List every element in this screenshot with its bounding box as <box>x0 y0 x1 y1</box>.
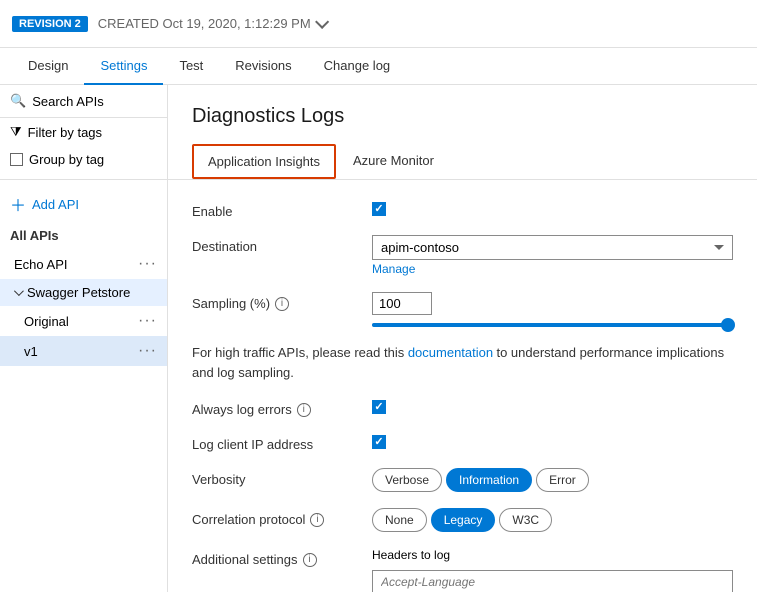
slider-fill <box>372 323 733 327</box>
group-label: Group by tag <box>29 152 104 167</box>
additional-settings-row: Additional settings i Headers to log Num… <box>192 548 733 592</box>
nav-tabs: Design Settings Test Revisions Change lo… <box>0 48 757 85</box>
original-label: Original <box>24 314 69 329</box>
tab-design[interactable]: Design <box>12 48 84 85</box>
sidebar-divider <box>0 179 167 180</box>
enable-label: Enable <box>192 200 372 219</box>
form-area-2: Always log errors i ✓ Log client IP addr… <box>168 398 757 592</box>
check-icon-2: ✓ <box>374 400 383 413</box>
sub-tabs: Application Insights Azure Monitor <box>168 144 757 180</box>
headers-input[interactable] <box>372 570 733 592</box>
enable-row: Enable ✓ <box>192 200 733 219</box>
group-by-tag[interactable]: Group by tag <box>0 146 167 173</box>
verbosity-information[interactable]: Information <box>446 468 532 492</box>
search-label: Search APIs <box>32 94 104 109</box>
echo-api-menu-icon[interactable]: ··· <box>138 255 157 273</box>
documentation-link[interactable]: documentation <box>408 345 493 360</box>
tab-changelog[interactable]: Change log <box>308 48 407 85</box>
chevron-down-icon[interactable] <box>315 14 329 28</box>
log-ip-control: ✓ <box>372 433 733 449</box>
verbosity-row: Verbosity Verbose Information Error <box>192 468 733 492</box>
destination-label: Destination <box>192 235 372 254</box>
sampling-input[interactable] <box>372 292 432 315</box>
correlation-w3c[interactable]: W3C <box>499 508 552 532</box>
additional-info-icon[interactable]: i <box>303 553 317 567</box>
destination-control: apim-contoso Manage <box>372 235 733 276</box>
revision-badge: REVISION 2 <box>12 16 88 32</box>
filter-label: Filter by tags <box>28 125 102 140</box>
always-log-label: Always log errors i <box>192 398 372 417</box>
correlation-info-icon[interactable]: i <box>310 513 324 527</box>
sampling-slider-track <box>372 323 733 327</box>
form-area: Enable ✓ Destination apim-contoso <box>168 200 757 343</box>
top-bar: REVISION 2 CREATED Oct 19, 2020, 1:12:29… <box>0 0 757 48</box>
always-log-info-icon[interactable]: i <box>297 403 311 417</box>
log-ip-row: Log client IP address ✓ <box>192 433 733 452</box>
sampling-info-icon[interactable]: i <box>275 297 289 311</box>
check-icon-3: ✓ <box>374 435 383 448</box>
correlation-label: Correlation protocol i <box>192 508 372 527</box>
enable-checkbox[interactable]: ✓ <box>372 202 386 216</box>
v1-label: v1 <box>24 344 38 359</box>
always-log-checkbox[interactable]: ✓ <box>372 400 386 414</box>
v1-menu-icon[interactable]: ··· <box>138 342 157 360</box>
verbosity-buttons: Verbose Information Error <box>372 468 733 492</box>
add-api-button[interactable]: ＋ Add API <box>0 186 167 222</box>
description-text: For high traffic APIs, please read this … <box>168 343 757 382</box>
page-title: Diagnostics Logs <box>168 85 757 144</box>
sampling-row: Sampling (%) i <box>192 292 733 327</box>
always-log-row: Always log errors i ✓ <box>192 398 733 417</box>
plus-icon: ＋ <box>10 192 26 216</box>
slider-thumb[interactable] <box>721 318 735 332</box>
enable-control: ✓ <box>372 200 733 216</box>
verbosity-verbose[interactable]: Verbose <box>372 468 442 492</box>
correlation-row: Correlation protocol i None Legacy W3C <box>192 508 733 532</box>
sampling-label: Sampling (%) i <box>192 292 372 311</box>
tab-test[interactable]: Test <box>163 48 219 85</box>
sidebar-item-swagger-petstore[interactable]: Swagger Petstore <box>0 279 167 306</box>
dropdown-arrow-icon <box>714 245 724 250</box>
verbosity-error[interactable]: Error <box>536 468 589 492</box>
destination-value: apim-contoso <box>381 240 459 255</box>
created-info: CREATED Oct 19, 2020, 1:12:29 PM <box>98 16 325 31</box>
additional-label: Additional settings i <box>192 548 372 567</box>
log-ip-checkbox[interactable]: ✓ <box>372 435 386 449</box>
search-icon: 🔍 <box>10 93 26 109</box>
funnel-icon: ⧩ <box>10 124 22 140</box>
correlation-buttons: None Legacy W3C <box>372 508 733 532</box>
destination-dropdown[interactable]: apim-contoso <box>372 235 733 260</box>
group-checkbox[interactable] <box>10 153 23 166</box>
correlation-none[interactable]: None <box>372 508 427 532</box>
expand-icon <box>14 286 24 296</box>
original-menu-icon[interactable]: ··· <box>138 312 157 330</box>
search-bar[interactable]: 🔍 Search APIs <box>0 85 167 118</box>
check-icon: ✓ <box>374 202 383 215</box>
sidebar-item-original[interactable]: Original ··· <box>0 306 167 336</box>
swagger-petstore-label: Swagger Petstore <box>27 285 130 300</box>
sub-tab-application-insights[interactable]: Application Insights <box>192 144 336 179</box>
sidebar-item-v1[interactable]: v1 ··· <box>0 336 167 366</box>
log-ip-label: Log client IP address <box>192 433 372 452</box>
verbosity-control: Verbose Information Error <box>372 468 733 492</box>
add-api-label: Add API <box>32 197 79 212</box>
sidebar-item-echo-api[interactable]: Echo API ··· <box>0 249 167 279</box>
manage-link[interactable]: Manage <box>372 262 733 276</box>
sampling-control <box>372 292 733 327</box>
headers-label: Headers to log <box>372 548 733 562</box>
tab-revisions[interactable]: Revisions <box>219 48 307 85</box>
main-layout: 🔍 Search APIs ⧩ Filter by tags Group by … <box>0 85 757 592</box>
destination-row: Destination apim-contoso Manage <box>192 235 733 276</box>
content-area: Diagnostics Logs Application Insights Az… <box>168 85 757 592</box>
sub-tab-azure-monitor[interactable]: Azure Monitor <box>338 144 449 179</box>
all-apis-label: All APIs <box>0 222 167 249</box>
sidebar: 🔍 Search APIs ⧩ Filter by tags Group by … <box>0 85 168 592</box>
filter-by-tags[interactable]: ⧩ Filter by tags <box>0 118 167 146</box>
verbosity-label: Verbosity <box>192 468 372 487</box>
tab-settings[interactable]: Settings <box>84 48 163 85</box>
additional-control: Headers to log Number of payload bytes t… <box>372 548 733 592</box>
echo-api-label: Echo API <box>14 257 67 272</box>
always-log-control: ✓ <box>372 398 733 414</box>
correlation-legacy[interactable]: Legacy <box>431 508 496 532</box>
correlation-control: None Legacy W3C <box>372 508 733 532</box>
